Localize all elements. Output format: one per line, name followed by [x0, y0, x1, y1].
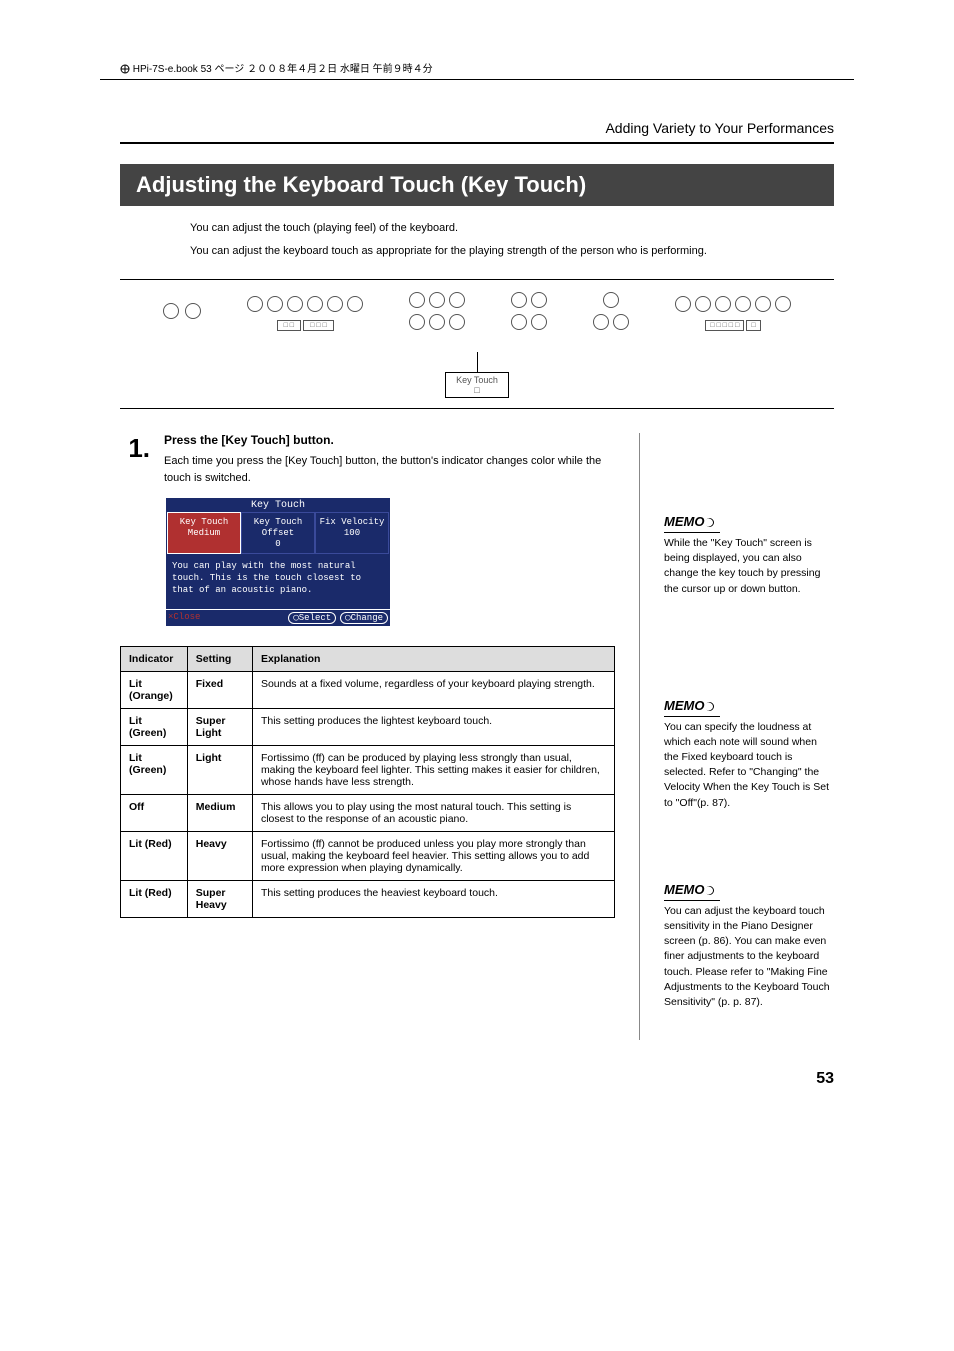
settings-table: Indicator Setting Explanation Lit (Orang…	[120, 646, 615, 918]
step-number: 1.	[120, 433, 150, 486]
th-explanation: Explanation	[252, 647, 614, 672]
memo-text: While the "Key Touch" screen is being di…	[664, 537, 820, 595]
table-row: Off Medium This allows you to play using…	[121, 795, 615, 832]
lcd-close: ×Close	[168, 612, 288, 624]
memo-label: MEMO	[664, 513, 720, 533]
callout-label: Key Touch	[456, 375, 498, 385]
column-divider	[639, 433, 640, 1040]
step-1: 1. Press the [Key Touch] button. Each ti…	[120, 433, 615, 486]
th-indicator: Indicator	[121, 647, 188, 672]
step-title: Press the [Key Touch] button.	[164, 433, 615, 447]
lcd-change: ◯Change	[340, 612, 388, 624]
table-row: Lit (Orange) Fixed Sounds at a fixed vol…	[121, 672, 615, 709]
memo-label: MEMO	[664, 881, 720, 901]
lcd-select: ◯Select	[288, 612, 336, 624]
lcd-cell-fixvel: Fix Velocity100	[315, 512, 389, 554]
intro-line-2: You can adjust the keyboard touch as app…	[190, 243, 834, 260]
panel-diagram: □ □ □ □ □ □ □ □ □ □ □ Key Touch□	[120, 279, 834, 409]
table-row: Lit (Red) Heavy Fortissimo (ff) cannot b…	[121, 832, 615, 881]
memo-1: MEMO While the "Key Touch" screen is bei…	[664, 513, 834, 597]
page-number: 53	[80, 1070, 834, 1088]
lcd-cell-offset: Key Touch Offset0	[241, 512, 315, 554]
lcd-screenshot: Key Touch Key TouchMedium Key Touch Offs…	[166, 498, 390, 626]
section-title: Adjusting the Keyboard Touch (Key Touch)	[120, 164, 834, 206]
memo-label: MEMO	[664, 697, 720, 717]
running-header-text: HPi-7S-e.book 53 ページ ２００８年４月２日 水曜日 午前９時４…	[133, 64, 433, 75]
lcd-cell-keytouch: Key TouchMedium	[167, 512, 241, 554]
table-row: Lit (Green) Super Light This setting pro…	[121, 709, 615, 746]
chapter-rule	[120, 142, 834, 144]
page: HPi-7S-e.book 53 ページ ２００８年４月２日 水曜日 午前９時４…	[0, 0, 954, 1128]
callout-key-touch: Key Touch□	[445, 372, 509, 398]
header-rule	[100, 79, 854, 80]
memo-text: You can adjust the keyboard touch sensit…	[664, 905, 830, 1008]
lcd-message: You can play with the most natural touch…	[166, 555, 390, 609]
intro-line-1: You can adjust the touch (playing feel) …	[190, 220, 834, 237]
table-row: Lit (Green) Light Fortissimo (ff) can be…	[121, 746, 615, 795]
memo-text: You can specify the loudness at which ea…	[664, 721, 829, 809]
table-row: Lit (Red) Super Heavy This setting produ…	[121, 881, 615, 918]
step-text: Each time you press the [Key Touch] butt…	[164, 453, 615, 486]
memo-3: MEMO You can adjust the keyboard touch s…	[664, 881, 834, 1010]
side-column: MEMO While the "Key Touch" screen is bei…	[664, 433, 834, 1040]
running-header: HPi-7S-e.book 53 ページ ２００８年４月２日 水曜日 午前９時４…	[120, 60, 874, 75]
memo-2: MEMO You can specify the loudness at whi…	[664, 697, 834, 811]
lcd-title: Key Touch	[167, 499, 389, 512]
chapter-heading: Adding Variety to Your Performances	[120, 120, 834, 136]
main-column: 1. Press the [Key Touch] button. Each ti…	[120, 433, 615, 1040]
th-setting: Setting	[187, 647, 252, 672]
